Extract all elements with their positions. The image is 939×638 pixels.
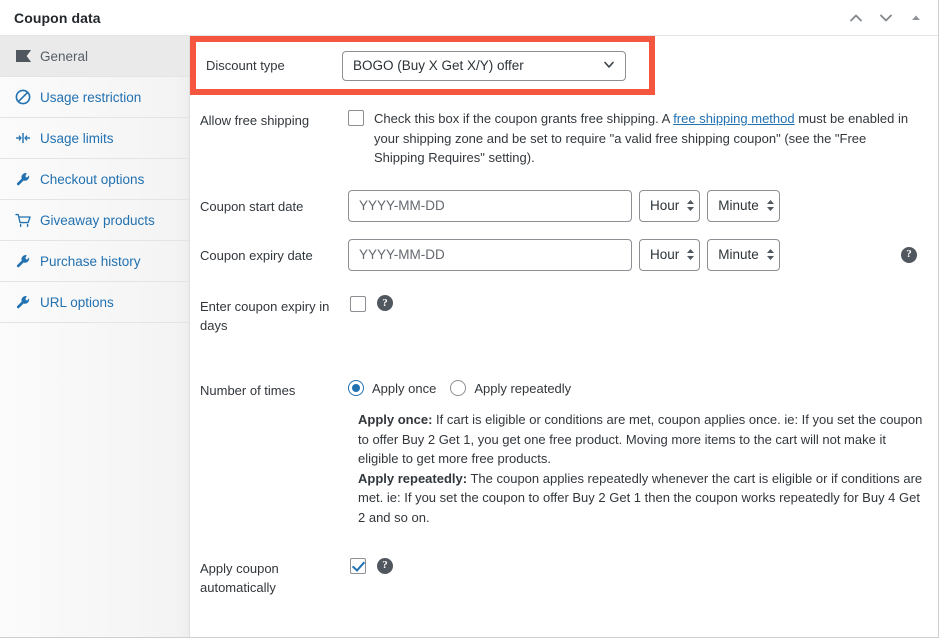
expiry-date-label: Coupon expiry date	[200, 247, 313, 263]
apply-repeatedly-label: Apply repeatedly	[474, 380, 572, 396]
expiry-date-row: Coupon expiry date YYYY-MM-DD Hour Minut…	[190, 222, 938, 271]
sidebar-item-label: General	[40, 48, 89, 64]
stepper-arrows-icon	[686, 199, 695, 212]
sidebar-item-label: Usage limits	[40, 130, 114, 146]
start-date-minute-value: Minute	[718, 198, 759, 213]
apply-automatically-row: Apply coupon automatically ?	[190, 527, 938, 597]
sidebar-item-label: Checkout options	[40, 171, 145, 187]
ticket-icon	[10, 49, 36, 63]
expiry-date-minute-value: Minute	[718, 247, 759, 262]
coupon-general-panel: Discount type BOGO (Buy X Get X/Y) offer…	[190, 36, 938, 637]
limits-icon	[10, 131, 36, 145]
start-date-hour-value: Hour	[650, 198, 680, 213]
free-shipping-text-before: Check this box if the coupon grants free…	[374, 111, 674, 126]
stepper-arrows-icon	[766, 199, 775, 212]
panel-header: Coupon data	[0, 0, 938, 36]
chevron-up-icon	[847, 9, 865, 27]
discount-type-value: BOGO (Buy X Get X/Y) offer	[353, 58, 524, 73]
wrench-icon	[10, 172, 36, 187]
apply-repeatedly-desc-title: Apply repeatedly:	[358, 470, 468, 486]
header-actions	[842, 0, 930, 35]
chevron-down-icon	[877, 9, 895, 27]
sidebar-item-label: Usage restriction	[40, 89, 142, 105]
number-of-times-label: Number of times	[200, 382, 296, 398]
start-date-row: Coupon start date YYYY-MM-DD Hour Minute	[190, 168, 938, 222]
page-title: Coupon data	[14, 9, 101, 26]
sidebar-item-label: URL options	[40, 294, 114, 310]
free-shipping-description: Check this box if the coupon grants free…	[374, 109, 920, 168]
sidebar-item-usage-limits[interactable]: Usage limits	[0, 118, 189, 159]
sidebar-item-giveaway-products[interactable]: Giveaway products	[0, 200, 189, 241]
sidebar-item-general[interactable]: General	[0, 36, 189, 77]
chevron-down-icon	[602, 57, 616, 74]
expiry-days-label: Enter coupon expiry in days	[200, 298, 330, 333]
panel-body: General Usage restriction Usage limits C…	[0, 36, 938, 637]
move-down-button[interactable]	[872, 3, 900, 33]
start-date-hour-stepper[interactable]: Hour	[639, 189, 701, 222]
expiry-days-checkbox[interactable]	[350, 295, 366, 312]
start-date-minute-stepper[interactable]: Minute	[707, 189, 780, 222]
free-shipping-row: Allow free shipping Check this box if th…	[190, 95, 938, 168]
triangle-up-icon	[908, 10, 924, 26]
apply-once-description: Apply once: If cart is eligible or condi…	[358, 410, 926, 469]
start-date-input[interactable]: YYYY-MM-DD	[348, 189, 632, 222]
no-entry-icon	[10, 89, 36, 105]
apply-repeatedly-radio[interactable]	[450, 380, 467, 397]
apply-once-desc-title: Apply once:	[358, 412, 433, 427]
sidebar-item-label: Giveaway products	[40, 212, 155, 228]
general-fields: Allow free shipping Check this box if th…	[190, 36, 938, 637]
expiry-date-help-icon[interactable]: ?	[901, 246, 917, 263]
free-shipping-checkbox[interactable]	[348, 110, 364, 126]
wrench-icon	[10, 295, 36, 310]
apply-once-radio[interactable]	[348, 380, 364, 397]
wrench-icon	[10, 254, 36, 269]
move-up-button[interactable]	[842, 3, 870, 33]
stepper-arrows-icon	[686, 248, 695, 261]
apply-automatically-checkbox[interactable]	[350, 558, 366, 574]
free-shipping-method-link[interactable]: free shipping method	[673, 111, 794, 126]
expiry-date-input[interactable]: YYYY-MM-DD	[348, 238, 632, 271]
expiry-date-hour-stepper[interactable]: Hour	[639, 238, 701, 271]
apply-once-desc-body: If cart is eligible or conditions are me…	[358, 412, 923, 466]
coupon-data-panel: Coupon data General Usage restriction Us…	[0, 0, 939, 638]
discount-type-label: Discount type	[206, 58, 285, 73]
expiry-days-help-icon[interactable]: ?	[377, 295, 393, 311]
sidebar-item-usage-restriction[interactable]: Usage restriction	[0, 77, 189, 118]
apply-repeatedly-description: Apply repeatedly: The coupon applies rep…	[358, 469, 926, 528]
start-date-label: Coupon start date	[200, 198, 304, 214]
discount-type-highlight: Discount type BOGO (Buy X Get X/Y) offer	[190, 36, 655, 95]
apply-automatically-help-icon[interactable]: ?	[377, 557, 393, 574]
sidebar-item-purchase-history[interactable]: Purchase history	[0, 241, 189, 282]
expiry-date-minute-stepper[interactable]: Minute	[707, 238, 780, 271]
expiry-days-row: Enter coupon expiry in days ?	[190, 271, 938, 335]
discount-type-select[interactable]: BOGO (Buy X Get X/Y) offer	[342, 50, 626, 81]
cart-icon	[10, 213, 36, 228]
number-of-times-row: Number of times Apply once Apply repeate…	[190, 335, 938, 528]
free-shipping-label: Allow free shipping	[200, 113, 310, 128]
stepper-arrows-icon	[766, 248, 775, 261]
expiry-date-hour-value: Hour	[650, 247, 680, 262]
sidebar-item-checkout-options[interactable]: Checkout options	[0, 159, 189, 200]
apply-once-label: Apply once	[372, 380, 437, 396]
apply-automatically-label: Apply coupon automatically	[200, 561, 279, 595]
sidebar-item-url-options[interactable]: URL options	[0, 282, 189, 323]
sidebar-item-label: Purchase history	[40, 253, 141, 269]
coupon-data-sidebar: General Usage restriction Usage limits C…	[0, 36, 190, 637]
display-coupon-in-row: Display coupon in Please select ?	[190, 597, 938, 637]
toggle-panel-button[interactable]	[902, 3, 930, 33]
